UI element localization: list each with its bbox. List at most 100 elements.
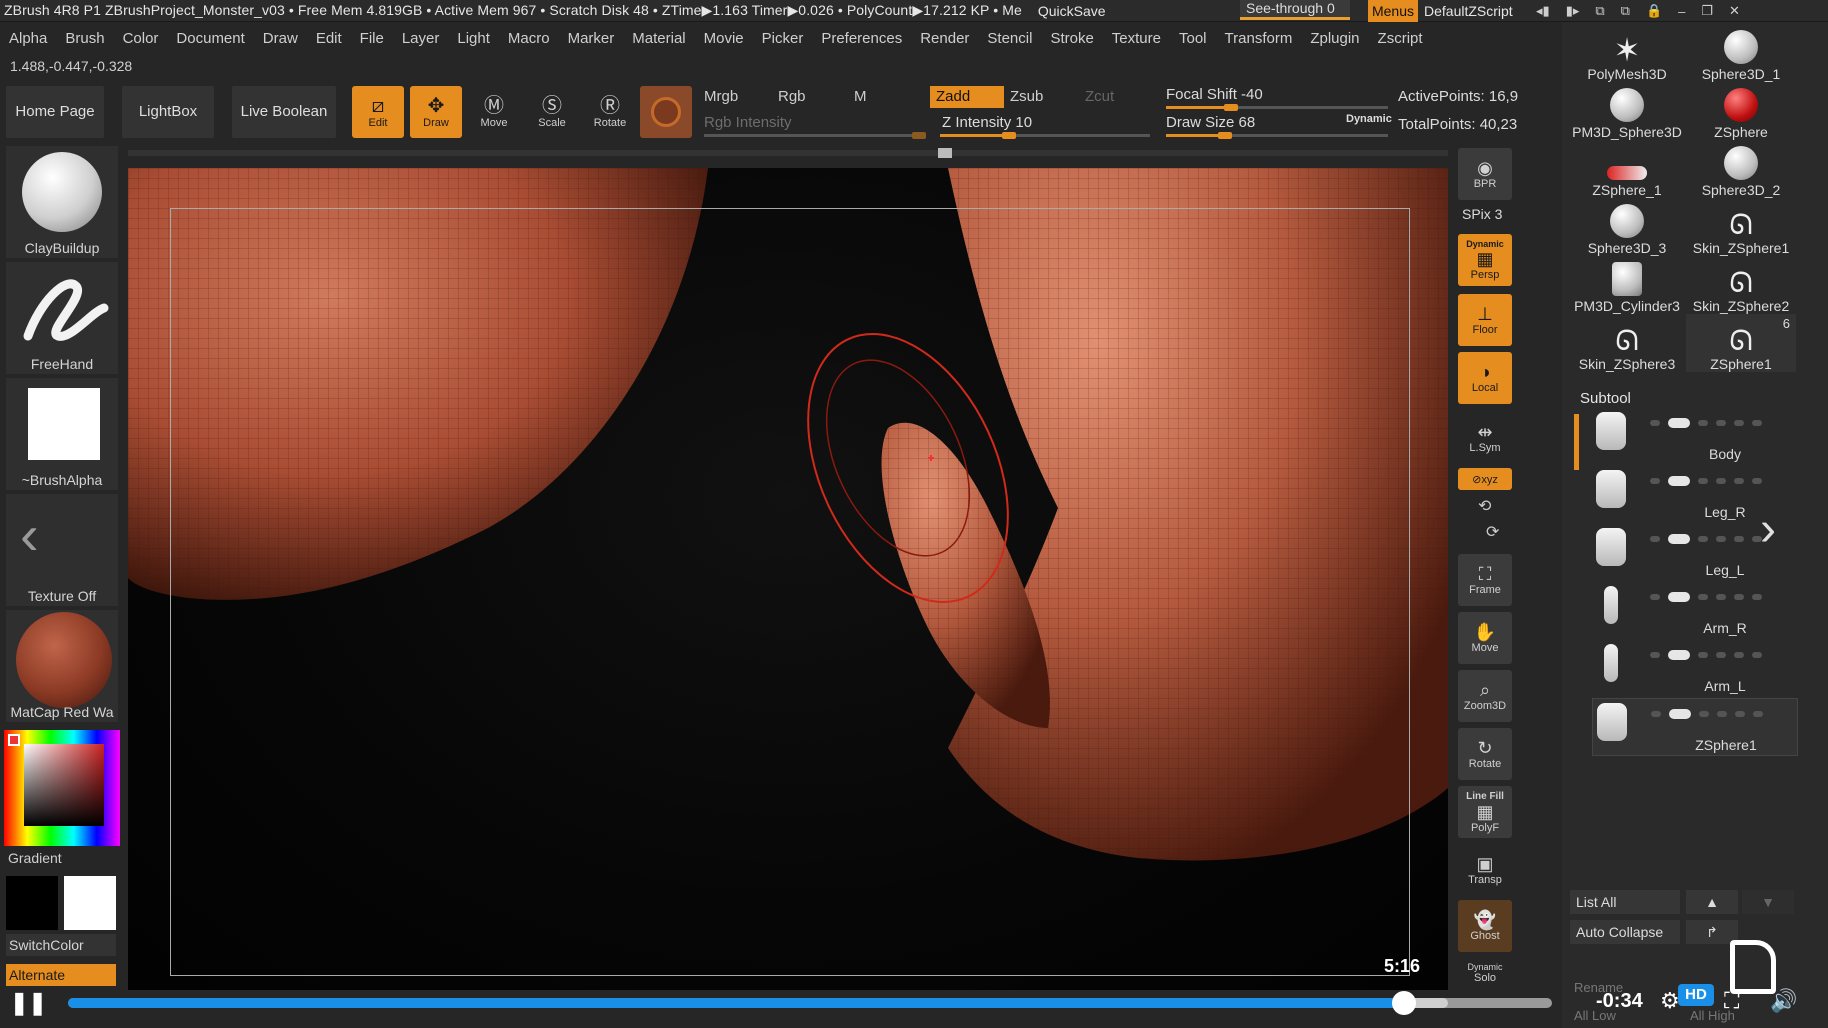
tool-sphere3d-2[interactable]: Sphere3D_2: [1686, 140, 1796, 198]
zsub-toggle[interactable]: Zsub: [1010, 88, 1043, 105]
next-layout-icon[interactable]: ▮▸: [1566, 3, 1580, 19]
lightbox-button[interactable]: LightBox: [122, 86, 214, 138]
menu-macro[interactable]: Macro: [499, 30, 559, 47]
menu-light[interactable]: Light: [448, 30, 499, 47]
menu-draw[interactable]: Draw: [254, 30, 307, 47]
menu-tool[interactable]: Tool: [1170, 30, 1216, 47]
horizontal-scrollbar[interactable]: [128, 148, 1448, 158]
chevron-right-icon[interactable]: ›: [1760, 502, 1776, 557]
draw-button[interactable]: ✥ Draw: [410, 86, 462, 138]
tool-skin-zsphere3[interactable]: ᘏ Skin_ZSphere3: [1572, 314, 1682, 373]
menu-alpha[interactable]: Alpha: [0, 30, 56, 47]
z-axis-rotate-icon[interactable]: ⟳: [1486, 522, 1499, 542]
menu-file[interactable]: File: [351, 30, 393, 47]
persp-button[interactable]: Dynamic ▦ Persp: [1458, 234, 1512, 286]
tool-sphere3d-3[interactable]: Sphere3D_3: [1572, 198, 1682, 256]
scale-button[interactable]: Ⓢ Scale: [526, 86, 578, 138]
tool-skin-zsphere1[interactable]: ᘏ Skin_ZSphere1: [1686, 198, 1796, 257]
stroke-picker[interactable]: FreeHand: [6, 262, 118, 374]
move-view-button[interactable]: ✋ Move: [1458, 612, 1512, 664]
material-color-button[interactable]: [640, 86, 692, 138]
frame-button[interactable]: ⛶ Frame: [1458, 554, 1512, 606]
edit-button[interactable]: ⧄ Edit: [352, 86, 404, 138]
fullscreen-icon[interactable]: ⛶: [1724, 988, 1739, 1014]
menus-toggle-button[interactable]: Menus: [1368, 0, 1418, 22]
settings-gear-icon[interactable]: ⚙: [1660, 988, 1680, 1014]
ghost-button[interactable]: 👻 Ghost: [1458, 900, 1512, 952]
pause-icon[interactable]: ❚❚: [10, 990, 47, 1016]
minimize-icon[interactable]: –: [1678, 4, 1685, 19]
menu-zplugin[interactable]: Zplugin: [1301, 30, 1368, 47]
menu-zscript[interactable]: Zscript: [1369, 30, 1432, 47]
subtool-toggles[interactable]: [1650, 650, 1762, 660]
see-through-slider[interactable]: See-through 0: [1240, 0, 1350, 20]
main-color-swatch[interactable]: [6, 876, 58, 930]
color-square[interactable]: [24, 744, 104, 826]
quicksave-button[interactable]: QuickSave: [1038, 3, 1106, 19]
subtool-arm-r[interactable]: Arm_R: [1592, 582, 1798, 640]
z-intensity-slider[interactable]: [940, 132, 1150, 139]
tool-zsphere[interactable]: ZSphere: [1686, 82, 1796, 140]
tool-sphere3d-1[interactable]: Sphere3D_1: [1686, 24, 1796, 82]
video-scrub-knob[interactable]: [1391, 991, 1416, 1015]
bpr-button[interactable]: ◉ BPR: [1458, 148, 1512, 200]
menu-marker[interactable]: Marker: [559, 30, 624, 47]
tool-pm3d-cylinder3[interactable]: PM3D_Cylinder3: [1572, 256, 1682, 314]
tool-pm3d-sphere3d[interactable]: PM3D_Sphere3D: [1572, 82, 1682, 140]
alpha-picker[interactable]: ~BrushAlpha: [6, 378, 118, 490]
focal-shift-slider[interactable]: [1166, 104, 1388, 111]
menu-render[interactable]: Render: [911, 30, 978, 47]
subtool-toggles[interactable]: [1650, 418, 1762, 428]
prev-layout-icon[interactable]: ◂▮: [1536, 3, 1550, 19]
subtool-toggles[interactable]: [1650, 592, 1762, 602]
menu-edit[interactable]: Edit: [307, 30, 351, 47]
m-toggle[interactable]: M: [854, 88, 867, 105]
texture-picker[interactable]: ‹ Texture Off: [6, 494, 118, 606]
secondary-color-swatch[interactable]: [64, 876, 116, 930]
menu-brush[interactable]: Brush: [56, 30, 113, 47]
move-button[interactable]: Ⓜ Move: [468, 86, 520, 138]
draw-size-slider[interactable]: [1166, 132, 1388, 139]
subtool-header[interactable]: Subtool: [1580, 390, 1631, 407]
rgb-intensity-knob[interactable]: [912, 132, 926, 139]
hd-quality-badge[interactable]: HD: [1678, 984, 1714, 1006]
menu-transform[interactable]: Transform: [1216, 30, 1302, 47]
spix-slider[interactable]: SPix 3: [1462, 206, 1502, 222]
tool-zsphere-1[interactable]: ZSphere_1: [1572, 140, 1682, 198]
menu-material[interactable]: Material: [623, 30, 694, 47]
maximize-icon[interactable]: ❐: [1701, 3, 1713, 19]
menu-stroke[interactable]: Stroke: [1041, 30, 1102, 47]
home-page-button[interactable]: Home Page: [6, 86, 104, 138]
alternate-button[interactable]: Alternate: [6, 964, 116, 986]
tool-zsphere1[interactable]: 6 ᘏ ZSphere1: [1686, 314, 1796, 372]
live-boolean-button[interactable]: Live Boolean: [232, 86, 336, 138]
tool-polymesh3d[interactable]: ✶ PolyMesh3D: [1572, 24, 1682, 82]
rotate-button[interactable]: Ⓡ Rotate: [584, 86, 636, 138]
layout-alt-icon[interactable]: ⧉: [1621, 3, 1630, 19]
subtool-body[interactable]: Body: [1592, 408, 1798, 466]
default-zscript-button[interactable]: DefaultZScript: [1424, 0, 1513, 22]
move-up-icon[interactable]: ▲: [1686, 890, 1738, 914]
focal-shift-knob[interactable]: [1224, 104, 1238, 111]
auto-collapse-button[interactable]: Auto Collapse: [1570, 920, 1680, 944]
menu-layer[interactable]: Layer: [393, 30, 449, 47]
subtool-zsphere1[interactable]: ZSphere1: [1592, 698, 1798, 756]
menu-texture[interactable]: Texture: [1103, 30, 1170, 47]
floor-button[interactable]: ⊥ Floor: [1458, 294, 1512, 346]
rgb-toggle[interactable]: Rgb: [778, 88, 806, 105]
menu-stencil[interactable]: Stencil: [978, 30, 1041, 47]
color-picker[interactable]: [4, 730, 120, 846]
polyf-button[interactable]: Line Fill ▦ PolyF: [1458, 786, 1512, 838]
menu-document[interactable]: Document: [167, 30, 253, 47]
menu-movie[interactable]: Movie: [695, 30, 753, 47]
lock-icon[interactable]: 🔒: [1646, 3, 1662, 19]
layout-icon[interactable]: ⧉: [1595, 3, 1604, 19]
mrgb-toggle[interactable]: Mrgb: [704, 88, 738, 105]
subtool-scroll-indicator[interactable]: [1574, 414, 1579, 470]
subtool-toggles[interactable]: [1650, 534, 1762, 544]
draw-size-knob[interactable]: [1218, 132, 1232, 139]
dynamic-size-toggle[interactable]: Dynamic: [1346, 113, 1392, 125]
canvas-viewport[interactable]: [128, 168, 1448, 990]
subtool-toggles[interactable]: [1651, 709, 1763, 719]
switch-color-button[interactable]: SwitchColor: [6, 934, 116, 956]
